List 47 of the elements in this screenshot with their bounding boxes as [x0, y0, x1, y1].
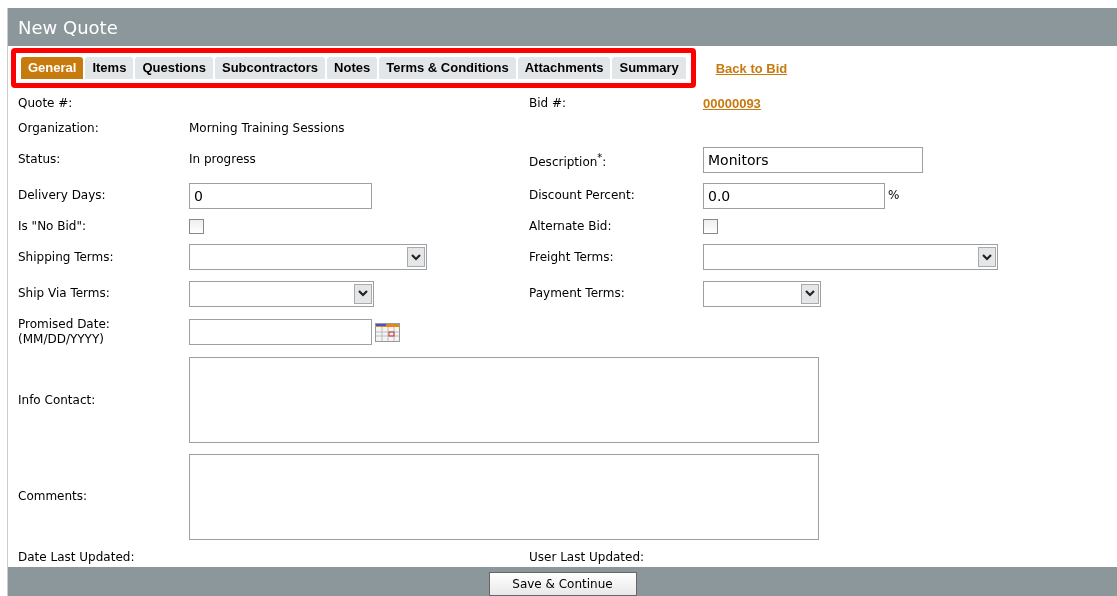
tab[interactable]: Notes [327, 57, 378, 79]
field-value: In progress [189, 152, 256, 168]
field-label: Promised Date: (MM/DD/YYYY) [18, 317, 111, 347]
field-label: Ship Via Terms: [18, 286, 111, 302]
text-area[interactable] [189, 453, 819, 540]
date-field[interactable] [189, 319, 372, 345]
input-field[interactable]: 0.0 [703, 182, 885, 209]
chevron-down-icon [982, 253, 992, 261]
checkbox[interactable] [703, 219, 718, 235]
dropdown[interactable] [189, 244, 427, 271]
chevron-down-icon [358, 290, 368, 298]
page-title: New Quote [8, 8, 1117, 46]
field-label: Delivery Days: [18, 188, 107, 204]
field-label: Quote #: [18, 96, 74, 112]
tab[interactable]: Terms & Conditions [379, 57, 516, 79]
field-label: Payment Terms: [529, 286, 626, 302]
input-field[interactable]: Monitors [703, 146, 923, 173]
field-label: Comments: [18, 489, 89, 505]
checkbox[interactable] [189, 219, 204, 235]
dropdown[interactable] [189, 280, 374, 307]
text-area[interactable] [189, 357, 819, 444]
tab[interactable]: Questions [135, 57, 213, 79]
field-label: Bid #: [529, 96, 568, 112]
field-label: Info Contact: [18, 392, 97, 408]
field-label: Is "No Bid": [18, 219, 87, 235]
field-label: User Last Updated: [529, 549, 646, 565]
field-label: Freight Terms: [529, 249, 615, 265]
calendar-icon[interactable] [375, 322, 400, 342]
tab[interactable]: Attachments [517, 57, 611, 79]
field-label: Date Last Updated: [18, 549, 136, 565]
unit-label: % [888, 188, 900, 204]
field-label: Discount Percent: [529, 188, 636, 204]
input-field[interactable]: 0 [189, 182, 372, 209]
dropdown[interactable] [703, 280, 821, 307]
field-label: Shipping Terms: [18, 249, 115, 265]
tab[interactable]: Subcontractors [214, 57, 326, 79]
field-value: Morning Training Sessions [189, 121, 345, 137]
chevron-down-icon [805, 290, 815, 298]
field-label: Status: [18, 152, 62, 168]
tab[interactable]: Summary [612, 57, 686, 79]
save-button[interactable]: Save & Continue [488, 572, 637, 596]
tab[interactable]: Items [85, 57, 134, 79]
field-label: Description$^{*}$: [529, 150, 608, 170]
field-label: Organization: [18, 121, 100, 137]
chevron-down-icon [411, 253, 421, 261]
field-label: Alternate Bid: [529, 219, 613, 235]
dropdown[interactable] [703, 244, 998, 271]
